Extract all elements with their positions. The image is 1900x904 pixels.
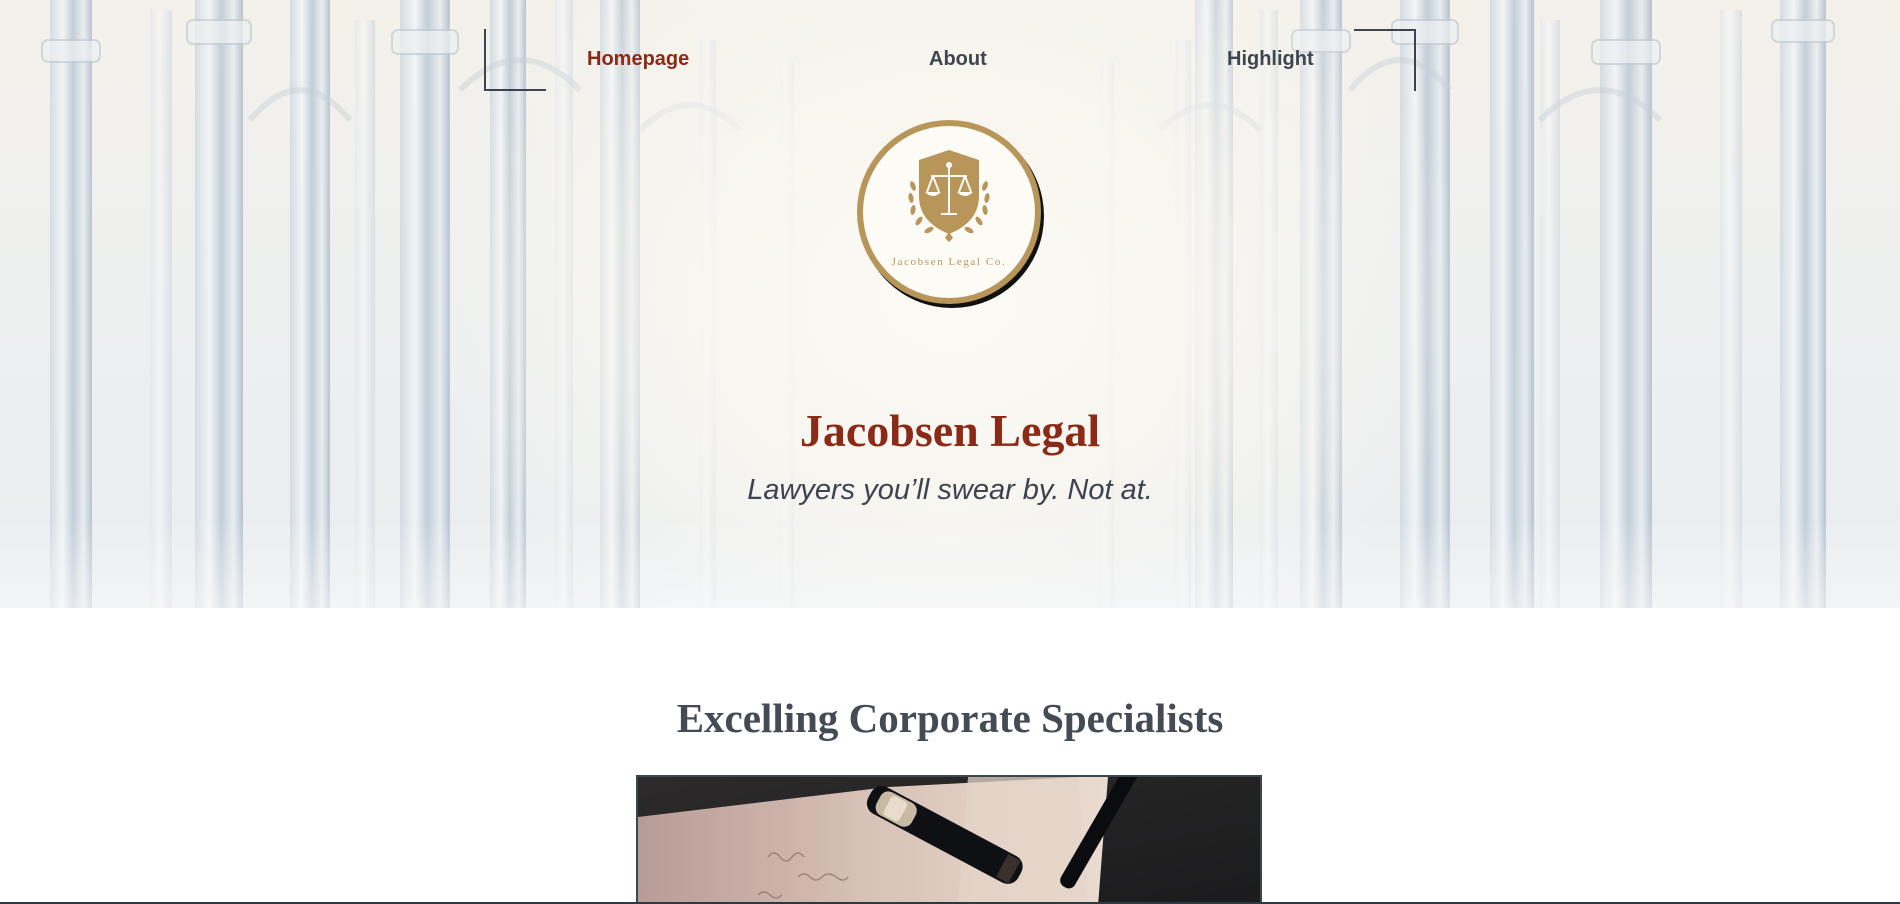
company-logo[interactable]: Jacobsen Legal Co. bbox=[857, 120, 1041, 304]
nav-corner-frame-right bbox=[1354, 29, 1416, 91]
logo-text: Jacobsen Legal Co. bbox=[891, 256, 1007, 268]
nav-link-homepage[interactable]: Homepage bbox=[587, 48, 689, 71]
nav-corner-frame-left bbox=[484, 29, 546, 91]
main-navigation: Homepage About Highlight bbox=[0, 0, 1900, 100]
pen-paper-photo bbox=[638, 777, 1260, 904]
logo-inner: Jacobsen Legal Co. bbox=[863, 126, 1035, 298]
feature-image-pen-and-paper bbox=[636, 775, 1262, 904]
nav-link-highlight[interactable]: Highlight bbox=[1227, 48, 1314, 71]
scales-of-justice-shield-icon bbox=[908, 150, 990, 242]
hero-floor bbox=[0, 518, 1900, 608]
site-tagline: Lawyers you’ll swear by. Not at. bbox=[747, 474, 1153, 506]
section-title: Excelling Corporate Specialists bbox=[676, 695, 1224, 741]
site-title: Jacobsen Legal bbox=[799, 405, 1101, 456]
hero-banner: Homepage About Highlight Jacobsen Legal … bbox=[0, 0, 1900, 608]
nav-link-about[interactable]: About bbox=[929, 48, 987, 71]
